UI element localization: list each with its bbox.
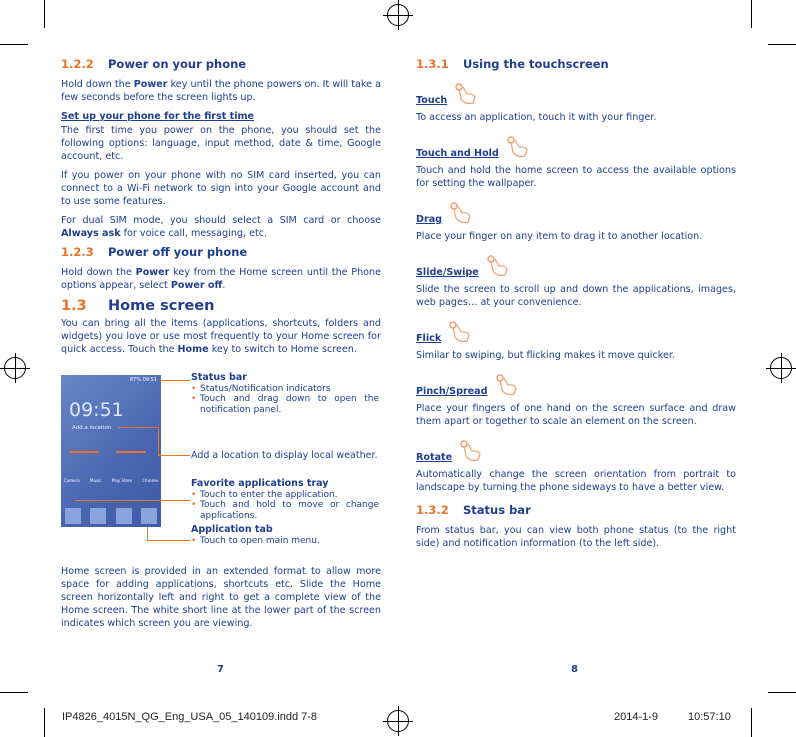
section-1-2-2: 1.2.2 Power on your phone [61, 57, 247, 71]
gesture-description: Touch and hold the home screen to access… [416, 165, 736, 189]
gesture-description: Automatically change the screen orientat… [416, 469, 736, 493]
section-1-3-1: 1.3.1 Using the touchscreen [416, 57, 609, 71]
touch-hold-hand-icon [507, 136, 528, 158]
footer-filename: IP4826_4015N_QG_Eng_USA_05_140109.indd 7… [62, 711, 318, 723]
subheading: Set up your phone for the first time [61, 111, 255, 122]
pinch-hand-icon [495, 374, 517, 396]
status-bar-annotation: Status bar Status/Notification indicator… [191, 372, 379, 415]
gesture-description: Slide the screen to scroll up and down t… [416, 284, 736, 308]
gesture-name: Slide/Swipe [416, 267, 479, 278]
footer-date: 2014-1-9 [614, 711, 659, 723]
add-location: Add a location [72, 425, 112, 431]
gesture-5: Pinch/Spread Place your fingers of one h… [416, 372, 736, 428]
touch-hand-icon [455, 83, 476, 105]
crop-mark [44, 708, 45, 737]
swipe-hand-icon [487, 255, 508, 277]
gesture-name: Flick [416, 333, 442, 344]
paragraph: If you power on your phone with no SIM c… [61, 170, 381, 207]
gesture-6: Rotate Automatically change the screen o… [416, 438, 736, 494]
weather-annotation: Add a location to display local weather. [191, 450, 378, 461]
paragraph: For dual SIM mode, you should select a S… [61, 215, 381, 239]
crop-mark [751, 708, 752, 737]
footer-time: 10:57:10 [688, 711, 731, 723]
paragraph: From status bar, you can view both phone… [416, 525, 736, 549]
app-grid-icon [140, 508, 157, 524]
paragraph: You can bring all the items (application… [61, 318, 381, 355]
gesture-description: Place your fingers of one hand on the sc… [416, 403, 736, 427]
app-music: Music [90, 478, 102, 483]
gesture-4: Flick Similar to swiping, but flicking m… [416, 319, 736, 362]
app-chrome: Chrome [142, 478, 158, 483]
gesture-name: Touch and Hold [416, 148, 499, 159]
page-number: 8 [571, 664, 578, 675]
gesture-1: Touch and Hold Touch and hold the home s… [416, 134, 736, 190]
contacts-icon [90, 508, 107, 524]
rotate-icon [460, 440, 481, 462]
section-1-3-2: 1.3.2 Status bar [416, 503, 531, 517]
crop-mark [0, 692, 28, 693]
app-play-store: Play Store [111, 478, 132, 483]
gesture-name: Rotate [416, 452, 453, 463]
home-screen-paragraph: Home screen is provided in an extended f… [61, 566, 381, 629]
clock: 09:51 [69, 399, 124, 421]
arrow-left-icon [69, 451, 99, 453]
paragraph: Hold down the Power key until the phone … [61, 79, 381, 103]
gesture-2: Drag Place your finger on any item to dr… [416, 200, 736, 243]
gesture-description: Similar to swiping, but flicking makes i… [416, 350, 675, 361]
gesture-name: Drag [416, 214, 443, 225]
application-tab-annotation: Application tab Touch to open main menu. [191, 524, 379, 546]
crop-mark [751, 0, 752, 28]
page-8: 1.3.1 Using the touchscreen Touch To acce… [416, 58, 736, 556]
gesture-description: To access an application, touch it with … [416, 112, 657, 123]
section-1-3: 1.3 Home screen [61, 298, 215, 314]
drag-hand-icon [450, 202, 471, 224]
phone-icon [65, 508, 81, 524]
paragraph: Hold down the Power key from the Home sc… [61, 267, 381, 291]
registration-mark-icon [383, 0, 413, 30]
crop-mark [44, 0, 45, 28]
registration-mark-icon [0, 353, 30, 383]
app-camera: Camera [64, 478, 80, 483]
page-7: 1.2.2 Power on your phone Hold down the P… [61, 58, 381, 362]
crop-mark [0, 44, 28, 45]
crop-mark [768, 44, 796, 45]
page-number: 7 [217, 664, 224, 675]
gesture-name: Pinch/Spread [416, 386, 488, 397]
registration-mark-icon [383, 706, 413, 736]
paragraph: The first time you power on the phone, y… [61, 125, 381, 162]
arrow-right-icon [116, 451, 146, 453]
flick-hand-icon [449, 321, 470, 343]
crop-mark [768, 692, 796, 693]
favorite-tray-annotation: Favorite applications tray Touch to ente… [191, 478, 379, 521]
messaging-icon [115, 508, 132, 524]
registration-mark-icon [766, 353, 796, 383]
gesture-description: Place your finger on any item to drag it… [416, 231, 703, 242]
section-1-2-3: 1.2.3 Power off your phone [61, 245, 248, 259]
gesture-3: Slide/Swipe Slide the screen to scroll u… [416, 253, 736, 309]
gesture-name: Touch [416, 95, 448, 106]
gesture-0: Touch To access an application, touch it… [416, 81, 736, 124]
home-screen-image: 87% 09:51 09:51 Add a location Camera Mus… [61, 375, 161, 527]
status-bar: 87% 09:51 [129, 377, 157, 383]
